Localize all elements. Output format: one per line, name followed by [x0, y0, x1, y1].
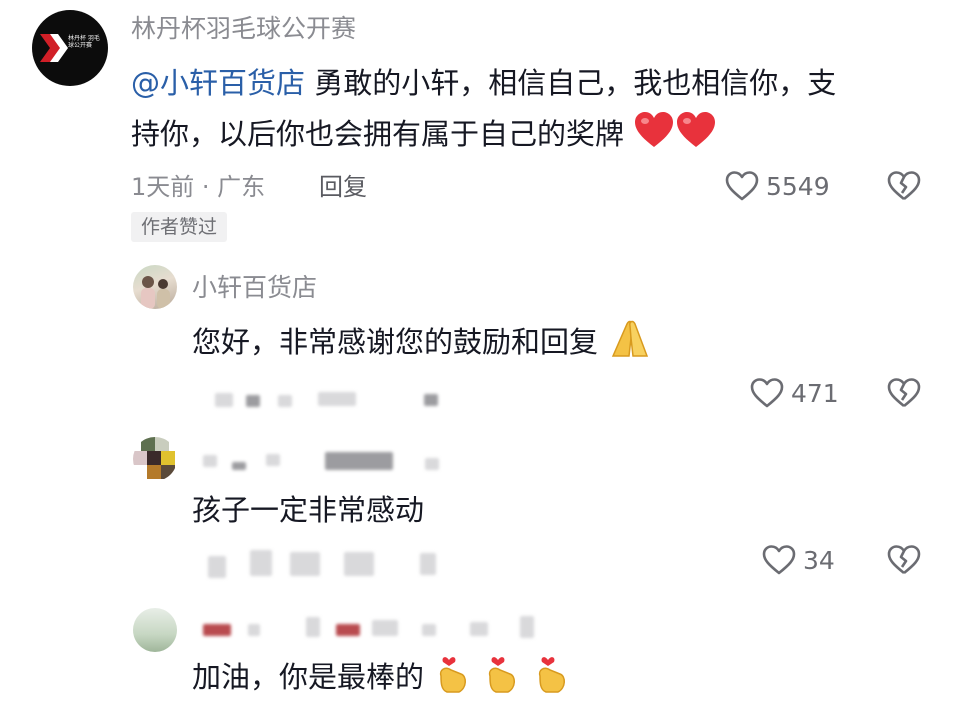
reply-avatar[interactable] [133, 608, 177, 652]
blurred-text [424, 394, 438, 406]
blurred-name [422, 624, 436, 636]
blurred-name [203, 624, 231, 636]
avatar-logo-text: 林丹杯 羽毛球公开赛 [68, 35, 100, 49]
comment-author-name[interactable]: 林丹杯羽毛球公开赛 [131, 14, 356, 44]
reply-text-row: 您好，非常感谢您的鼓励和回复 [192, 318, 653, 370]
comment-text-line2: 持你，以后你也会拥有属于自己的奖牌 [131, 117, 625, 151]
reply-author-name[interactable]: 小轩百货店 [192, 273, 317, 303]
blurred-text [246, 395, 260, 407]
blurred-text [215, 393, 233, 407]
like-count: 471 [791, 379, 839, 408]
dislike-icon[interactable] [887, 377, 921, 409]
reply-button[interactable]: 回复 [319, 172, 367, 202]
blurred-name [248, 624, 260, 636]
blurred-name [266, 454, 280, 466]
red-heart-emoji [633, 111, 675, 161]
reply-avatar[interactable] [133, 265, 177, 309]
author-avatar[interactable]: 林丹杯 羽毛球公开赛 [32, 10, 108, 86]
blurred-name [336, 624, 360, 636]
folded-hands-emoji [607, 318, 653, 370]
reply-text: 孩子一定非常感动 [192, 493, 425, 527]
mention-link[interactable]: @小轩百货店 [131, 66, 305, 100]
blurred-name [203, 455, 217, 467]
blurred-name [425, 458, 439, 470]
like-icon[interactable] [725, 170, 759, 202]
tournament-logo-icon [40, 34, 68, 62]
blurred-text [208, 556, 226, 578]
like-count: 5549 [766, 172, 830, 201]
comment-text-line1: 勇敢的小轩，相信自己，我也相信你，支 [305, 66, 837, 100]
comment-text-line2-row: 持你，以后你也会拥有属于自己的奖牌 [131, 111, 931, 161]
comment-text: @小轩百货店 勇敢的小轩，相信自己，我也相信你，支 [131, 61, 931, 105]
like-count: 34 [803, 546, 835, 575]
dislike-icon[interactable] [887, 544, 921, 576]
red-heart-emoji [675, 111, 717, 161]
finger-heart-emoji [532, 652, 572, 706]
blurred-text [250, 550, 272, 576]
blurred-text [290, 552, 320, 576]
blurred-name [325, 452, 393, 470]
reply-avatar[interactable] [133, 437, 177, 481]
blurred-name [470, 622, 488, 636]
like-icon[interactable] [750, 377, 784, 409]
finger-heart-emoji [433, 652, 473, 706]
blurred-text [318, 392, 356, 406]
blurred-name [520, 616, 534, 638]
reply-text-row: 加油，你是最棒的 [192, 652, 572, 706]
reply-text: 加油，你是最棒的 [192, 660, 425, 694]
reply-text: 您好，非常感谢您的鼓励和回复 [192, 325, 599, 359]
blurred-name [306, 617, 320, 637]
blurred-text [278, 395, 292, 407]
blurred-name [232, 462, 246, 470]
comment-time-location: 1天前 · 广东 [131, 173, 266, 201]
blurred-text [420, 553, 436, 575]
blurred-text [344, 552, 374, 576]
finger-heart-emoji [482, 652, 522, 706]
like-icon[interactable] [762, 544, 796, 576]
blurred-name [372, 620, 398, 636]
dislike-icon[interactable] [887, 170, 921, 202]
author-liked-badge: 作者赞过 [131, 212, 228, 242]
